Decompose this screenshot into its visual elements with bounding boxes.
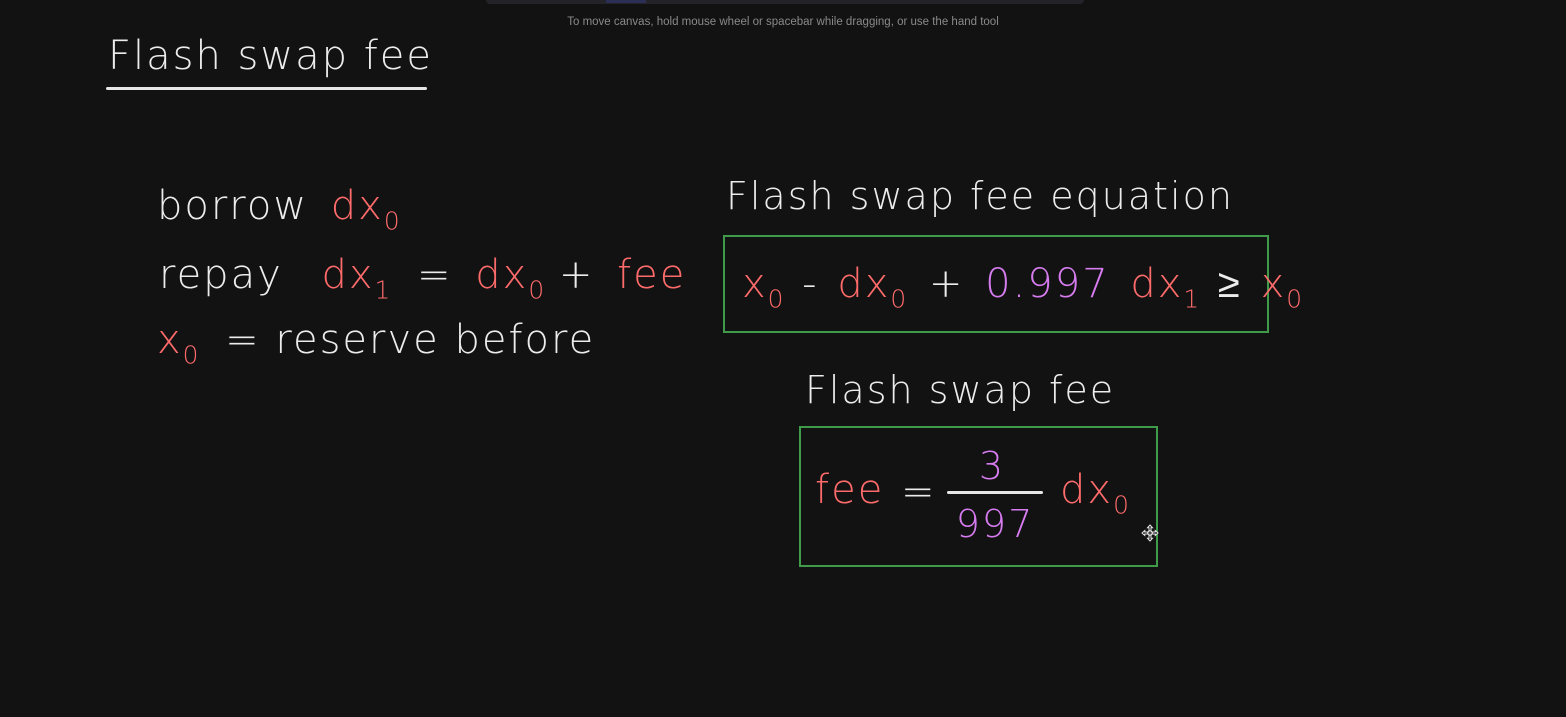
repay-rhs-var: dx0 (475, 252, 545, 305)
repay-fee: fee (617, 252, 687, 298)
eq-x0: x0 (742, 261, 784, 314)
eq-x0-rhs: x0 (1260, 261, 1303, 314)
toolbar-active-tool[interactable] (606, 0, 646, 3)
page-title[interactable]: Flash swap fee (108, 36, 433, 76)
fee-numerator[interactable]: 3 (968, 447, 1016, 485)
fee-denominator[interactable]: 997 (948, 505, 1042, 543)
whiteboard-canvas[interactable]: To move canvas, hold mouse wheel or spac… (0, 0, 1566, 717)
reserve-var: x0 (157, 317, 199, 370)
eq-coefficient: 0.997 (985, 261, 1110, 307)
repay-equals: = (417, 252, 453, 298)
borrow-var: dx0 (330, 183, 400, 236)
eq-dx0: dx0 (837, 261, 907, 314)
move-cursor-icon (1141, 524, 1159, 542)
borrow-word: borrow (157, 183, 309, 229)
fee-heading[interactable]: Flash swap fee (805, 371, 1115, 409)
eq-geq: ≥ (1217, 261, 1242, 307)
equation-heading[interactable]: Flash swap fee equation (726, 177, 1234, 215)
reserve-line[interactable]: x0 = reserve before (157, 317, 596, 370)
borrow-line[interactable]: borrow dx0 (157, 183, 400, 236)
repay-line[interactable]: repay dx1 = dx0 + fee (159, 252, 687, 305)
eq-minus: - (802, 261, 819, 307)
reserve-text: = reserve before (225, 317, 596, 363)
toolbar-edge[interactable] (486, 0, 1084, 4)
repay-plus: + (558, 252, 595, 298)
canvas-hint: To move canvas, hold mouse wheel or spac… (567, 16, 999, 28)
fee-lhs[interactable]: fee (815, 470, 884, 510)
fraction-bar[interactable] (947, 491, 1043, 494)
fee-var[interactable]: dx0 (1060, 470, 1129, 517)
equation-formula[interactable]: x0 - dx0 + 0.997 dx1 ≥ x0 (742, 261, 1303, 314)
fee-equals[interactable]: = (901, 472, 937, 512)
title-underline[interactable] (106, 87, 427, 90)
eq-dx1: dx1 (1130, 261, 1200, 314)
repay-lhs-var: dx1 (321, 252, 391, 305)
eq-plus: + (928, 261, 965, 307)
repay-word: repay (159, 252, 283, 298)
